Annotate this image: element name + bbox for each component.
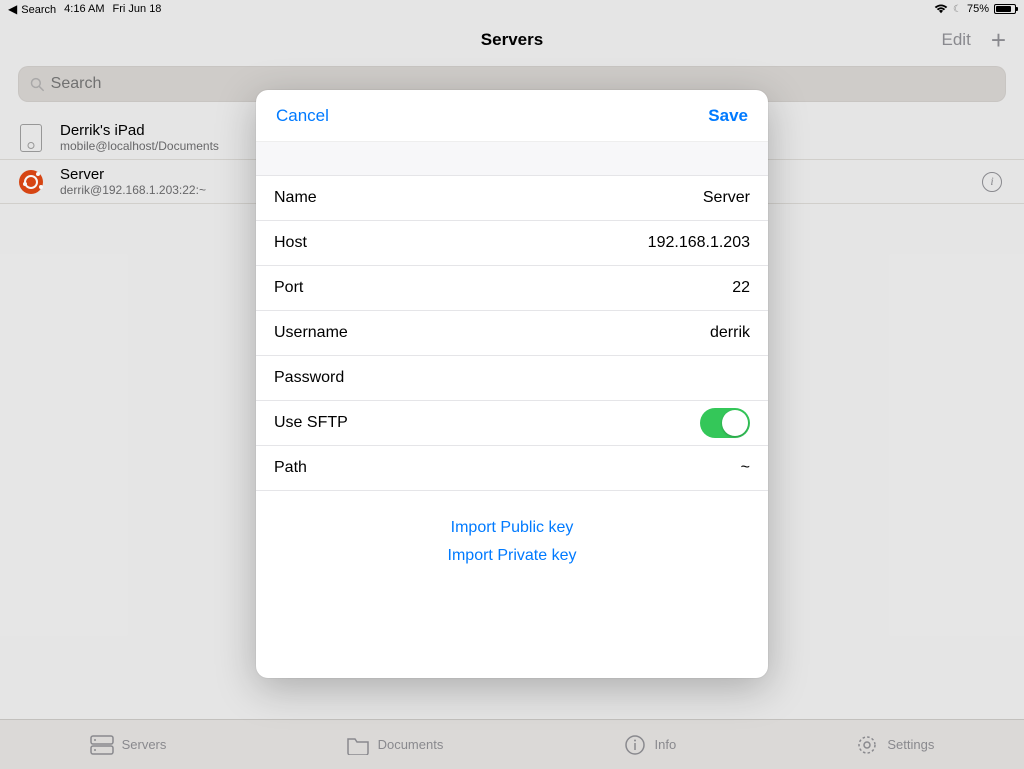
sftp-toggle[interactable]: [700, 408, 750, 438]
save-button[interactable]: Save: [708, 106, 748, 126]
import-private-key-button[interactable]: Import Private key: [448, 547, 577, 565]
field-label: Host: [274, 234, 307, 252]
import-public-key-button[interactable]: Import Public key: [451, 519, 574, 537]
field-label: Password: [274, 369, 344, 387]
sftp-row: Use SFTP: [256, 401, 768, 446]
password-row[interactable]: Password: [256, 356, 768, 401]
host-row[interactable]: Host 192.168.1.203: [256, 221, 768, 266]
name-row[interactable]: Name Server: [256, 176, 768, 221]
path-row[interactable]: Path ~: [256, 446, 768, 491]
port-row[interactable]: Port 22: [256, 266, 768, 311]
cancel-button[interactable]: Cancel: [276, 106, 329, 126]
server-edit-modal: Cancel Save Name Server Host 192.168.1.2…: [256, 90, 768, 678]
username-row[interactable]: Username derrik: [256, 311, 768, 356]
username-field[interactable]: derrik: [710, 324, 750, 342]
path-field[interactable]: ~: [741, 459, 750, 477]
field-label: Port: [274, 279, 303, 297]
port-field[interactable]: 22: [732, 279, 750, 297]
field-label: Use SFTP: [274, 414, 348, 432]
field-label: Username: [274, 324, 348, 342]
name-field[interactable]: Server: [703, 189, 750, 207]
host-field[interactable]: 192.168.1.203: [648, 234, 750, 252]
field-label: Name: [274, 189, 317, 207]
field-label: Path: [274, 459, 307, 477]
section-gap: [256, 142, 768, 176]
